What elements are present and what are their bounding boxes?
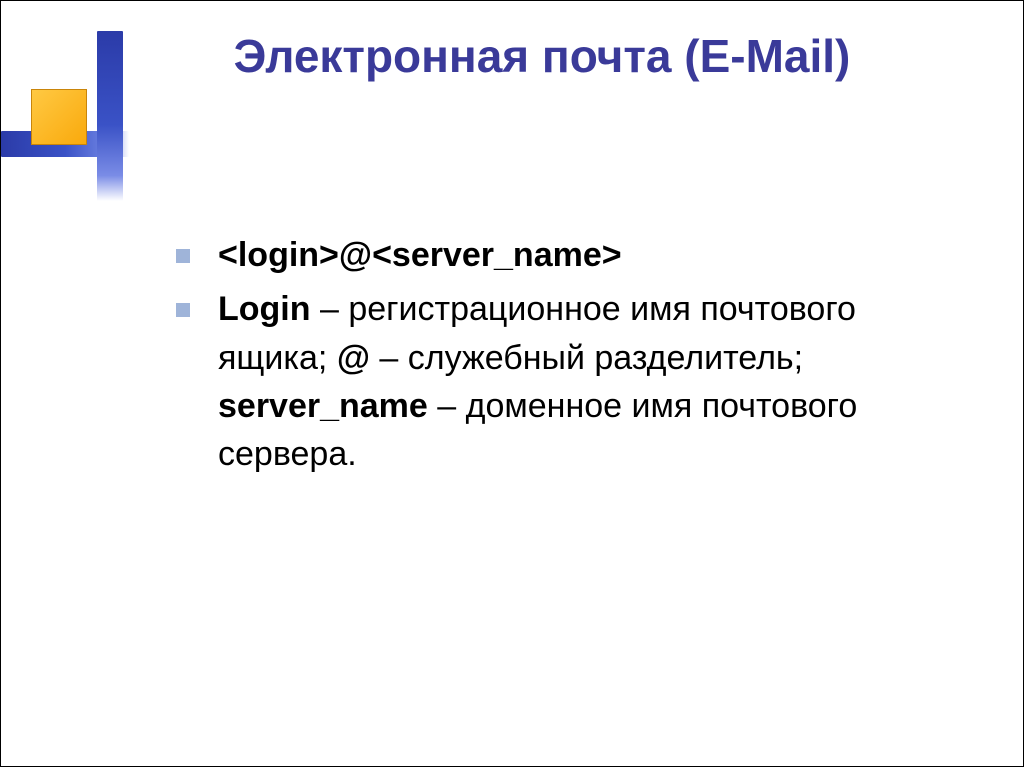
list-item: <login>@<server_name>	[176, 231, 963, 279]
slide-title: Электронная почта (E-Mail)	[101, 31, 983, 82]
list-item: Login – регистрационное имя почтового ящ…	[176, 285, 963, 478]
slide-body: <login>@<server_name> Login – регистраци…	[176, 231, 963, 484]
bullet-list: <login>@<server_name> Login – регистраци…	[176, 231, 963, 478]
bullet-text: <login>@<server_name>	[218, 236, 622, 274]
bullet-text: @	[337, 339, 370, 377]
bullet-text: – служебный разделитель;	[370, 339, 803, 377]
bullet-text: server_name	[218, 387, 428, 425]
bullet-text: Login	[218, 290, 311, 328]
slide: Электронная почта (E-Mail) <login>@<serv…	[0, 0, 1024, 767]
